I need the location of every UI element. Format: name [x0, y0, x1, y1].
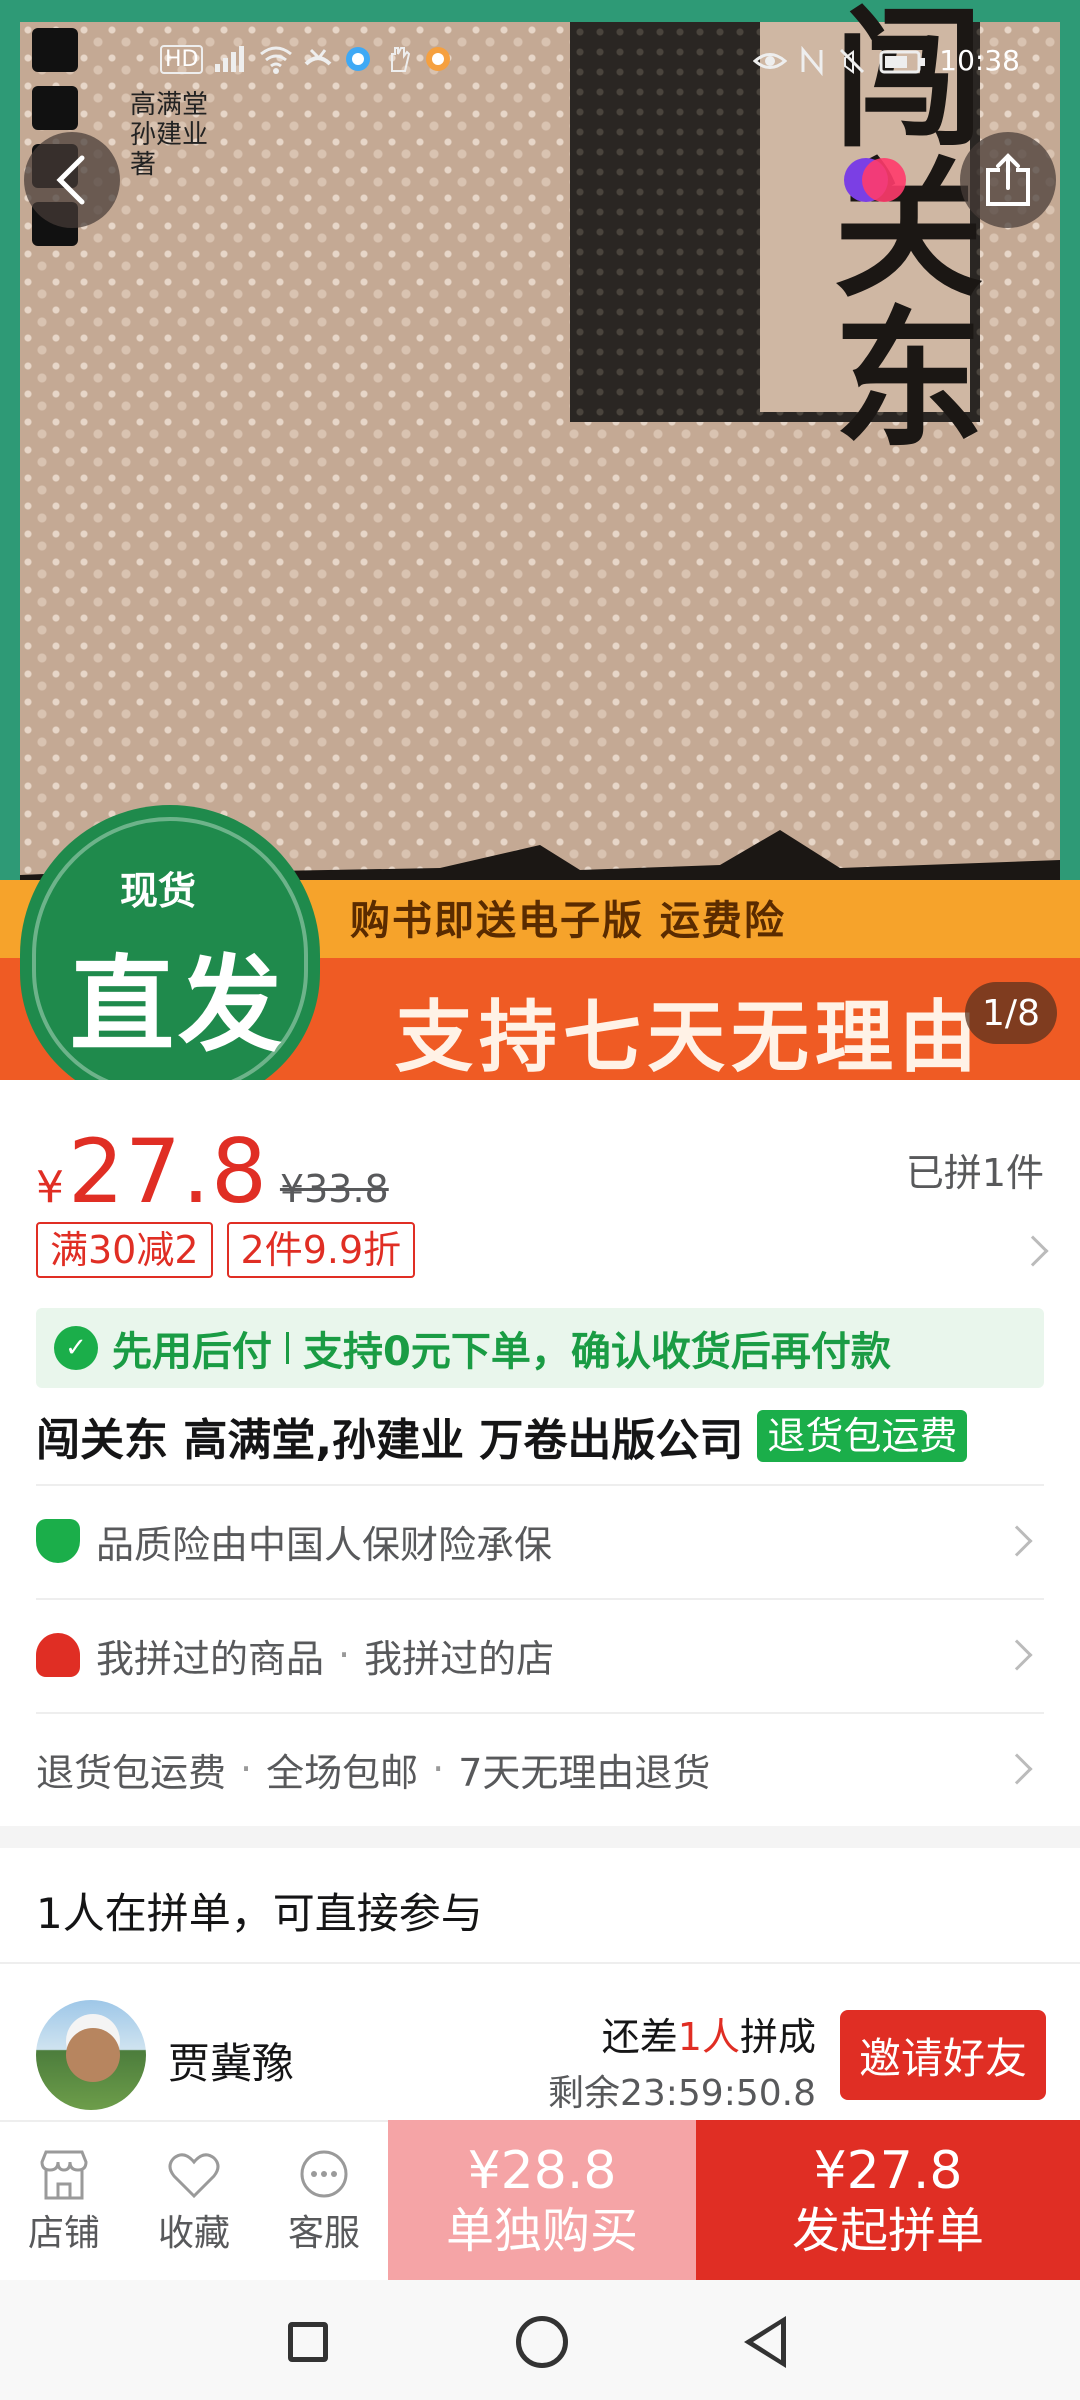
app-icon	[426, 47, 451, 71]
purchased-store-link[interactable]: 我拼过的店	[364, 1628, 554, 1683]
purchase-history-row[interactable]: 我拼过的商品 · 我拼过的店	[36, 1598, 1044, 1710]
purchased-goods-link[interactable]: 我拼过的商品	[96, 1628, 324, 1683]
product-image-carousel[interactable]: 高满堂 孙建业 著 闯关东 购书即送电子版 运费险 支持七天无理由 现货 直发 …	[0, 0, 1080, 1080]
store-button[interactable]: 店铺	[0, 2122, 128, 2282]
chevron-right-icon[interactable]	[1017, 1235, 1049, 1267]
return-policy-slogan: 支持七天无理由	[395, 993, 984, 1080]
need-prefix: 还差	[601, 2015, 678, 2059]
pinduoduo-logo-button[interactable]	[840, 150, 910, 210]
invite-friends-button[interactable]: 邀请好友	[840, 2010, 1046, 2100]
back-button[interactable]	[24, 132, 120, 228]
group-price: ¥27.8	[813, 2141, 963, 2201]
sold-count: 已拼1件	[905, 1151, 1044, 1195]
missed-call-icon	[305, 48, 332, 66]
price-row: ¥ 27.8 ¥33.8	[36, 1120, 389, 1223]
group-buy-title: 1人在拼单，可直接参与	[36, 1889, 483, 1938]
countdown-timer: 剩余23:59:50.8	[547, 2073, 816, 2114]
home-icon[interactable]	[516, 2316, 568, 2368]
service-guarantee-row[interactable]: 退货包运费 · 全场包邮 · 7天无理由退货	[36, 1712, 1044, 1824]
image-counter: 1/8	[965, 982, 1057, 1044]
stock-badge-main: 直发	[70, 944, 287, 1066]
back-triangle-icon[interactable]	[744, 2316, 786, 2368]
wifi-icon	[260, 46, 293, 74]
share-icon	[986, 153, 1030, 206]
chevron-right-icon	[1001, 1525, 1033, 1557]
service-item: 7天无理由退货	[458, 1750, 711, 1795]
need-suffix: 拼成	[739, 2015, 816, 2059]
chevron-left-icon	[56, 155, 85, 205]
nfc-icon	[801, 45, 823, 76]
users-icon	[36, 1633, 80, 1677]
solo-label: 单独购买	[445, 2203, 638, 2259]
service-label: 客服	[287, 2213, 360, 2254]
battery-icon	[879, 50, 926, 73]
start-group-button[interactable]: ¥27.8 发起拼单	[696, 2120, 1080, 2280]
original-price: ¥33.8	[279, 1167, 389, 1211]
separator: ·	[432, 1747, 445, 1791]
pay-later-banner[interactable]: ✓ 先用后付 支持0元下单，确认收货后再付款	[36, 1308, 1044, 1388]
customer-service-button[interactable]: 客服	[260, 2122, 388, 2282]
solo-price: ¥28.8	[467, 2141, 617, 2201]
gift-text: 购书即送电子版 运费险	[350, 898, 786, 944]
product-title: 闯关东 高满堂,孙建业 万卷出版公司	[36, 1415, 744, 1466]
currency-symbol: ¥	[36, 1162, 64, 1213]
buy-alone-button[interactable]: ¥28.8 单独购买	[388, 2120, 696, 2280]
group-leader-name: 贾冀豫	[168, 2039, 295, 2088]
group-label: 发起拼单	[791, 2203, 984, 2259]
service-item: 全场包邮	[266, 1750, 419, 1795]
insurance-row[interactable]: 品质险由中国人保财险承保	[36, 1484, 1044, 1596]
pay-later-text: 支持0元下单，确认收货后再付款	[303, 1329, 891, 1375]
store-label: 店铺	[27, 2213, 100, 2254]
group-need-text: 还差1人拼成	[602, 2006, 816, 2061]
divider	[0, 1962, 1080, 1964]
shield-check-icon	[36, 1519, 80, 1563]
insurance-text: 品质险由中国人保财险承保	[96, 1522, 553, 1567]
divider	[286, 1332, 289, 1364]
chevron-right-icon	[1001, 1753, 1033, 1785]
separator: ·	[338, 1633, 351, 1677]
clock: 10:38	[939, 44, 1020, 77]
avatar	[36, 2000, 146, 2110]
pay-later-icon: ✓	[54, 1326, 98, 1370]
store-icon	[40, 2150, 88, 2200]
service-item: 退货包运费	[36, 1750, 227, 1795]
chat-icon	[300, 2150, 348, 2198]
5g-signal-icon	[215, 46, 245, 72]
hand-icon	[391, 47, 411, 72]
current-price: 27.8	[68, 1120, 268, 1223]
share-button[interactable]	[960, 132, 1056, 228]
promo-tag[interactable]: 满30减2	[36, 1222, 213, 1278]
promo-tags[interactable]: 满30减2 2件9.9折	[36, 1222, 416, 1278]
heart-icon	[168, 2153, 220, 2199]
free-return-tag: 退货包运费	[757, 1410, 968, 1462]
pay-later-label: 先用后付	[112, 1329, 272, 1375]
need-count: 1人	[677, 2015, 740, 2059]
hd-icon: HD	[160, 44, 204, 74]
section-divider	[0, 1826, 1080, 1848]
app-icon	[346, 47, 371, 71]
eye-icon	[753, 52, 788, 69]
mute-icon	[840, 48, 865, 74]
product-title-row: 闯关东 高满堂,孙建业 万卷出版公司 退货包运费	[36, 1404, 968, 1468]
favorite-label: 收藏	[157, 2213, 230, 2254]
status-bar: HD 10:38	[160, 44, 1020, 84]
favorite-button[interactable]: 收藏	[130, 2122, 258, 2282]
separator: ·	[240, 1747, 253, 1791]
promo-tag[interactable]: 2件9.9折	[226, 1222, 416, 1278]
pinduoduo-logo-icon	[844, 158, 906, 202]
recent-apps-icon[interactable]	[288, 2322, 328, 2362]
cover-credit: 高满堂 孙建业 著	[130, 90, 209, 180]
stock-badge-top: 现货	[120, 869, 197, 913]
chevron-right-icon	[1001, 1639, 1033, 1671]
